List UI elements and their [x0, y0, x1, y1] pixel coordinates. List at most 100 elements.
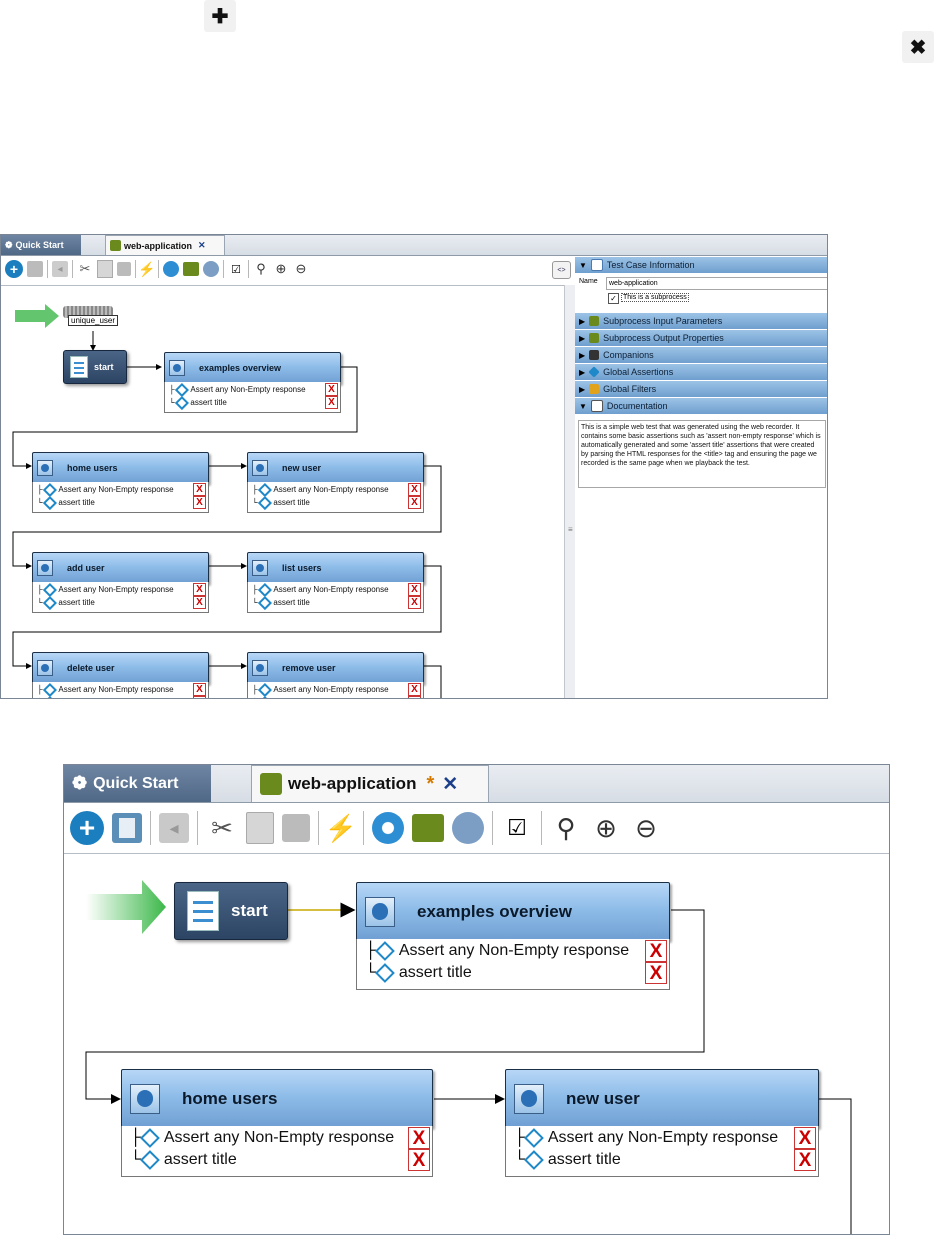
- flow-node-header[interactable]: examples overview: [164, 352, 341, 384]
- section-documentation[interactable]: ▼ Documentation: [575, 398, 827, 415]
- assertion-row[interactable]: ├ Assert any Non-Empty response X: [165, 382, 340, 397]
- run-lightning-icon[interactable]: ⚡: [325, 813, 357, 844]
- back-button[interactable]: ◂: [159, 813, 189, 843]
- section-global-assertions[interactable]: ▶ Global Assertions: [575, 364, 827, 381]
- flow-node[interactable]: add user ├ Assert any Non-Empty response X └…: [32, 552, 209, 613]
- flow-node-header[interactable]: delete user: [32, 652, 209, 684]
- remove-assertion-icon[interactable]: X: [408, 596, 421, 609]
- checklist-icon[interactable]: ☑: [228, 263, 244, 276]
- tab-quick-start[interactable]: ❁ Quick Start: [1, 235, 81, 255]
- remove-assertion-icon[interactable]: X: [193, 496, 206, 509]
- assertion-row[interactable]: └assert titleX: [506, 1149, 818, 1171]
- remove-assertion-icon[interactable]: X: [408, 1127, 430, 1149]
- section-subprocess-output[interactable]: ▶ Subprocess Output Properties: [575, 330, 827, 347]
- remove-assertion-icon[interactable]: X: [408, 583, 421, 596]
- assertion-row[interactable]: ├ Assert any Non-Empty response X: [33, 482, 208, 497]
- documentation-text[interactable]: This is a simple web test that was gener…: [578, 420, 826, 488]
- remove-assertion-icon[interactable]: X: [193, 696, 206, 698]
- remove-assertion-icon[interactable]: X: [408, 483, 421, 496]
- configure-gear-icon[interactable]: [372, 812, 404, 844]
- remove-assertion-icon[interactable]: X: [193, 596, 206, 609]
- name-field[interactable]: web-application: [606, 277, 827, 290]
- assertion-row[interactable]: └assert titleX: [33, 595, 208, 610]
- close-panel-button[interactable]: ✖: [902, 31, 934, 63]
- copy-icon[interactable]: [246, 812, 274, 844]
- remove-assertion-icon[interactable]: X: [408, 696, 421, 698]
- assertion-row[interactable]: ├ Assert any Non-Empty response X: [357, 940, 669, 962]
- flow-node[interactable]: new user ├ Assert any Non-Empty response X └…: [505, 1069, 819, 1177]
- section-global-filters[interactable]: ▶ Global Filters: [575, 381, 827, 398]
- copy-icon[interactable]: [97, 260, 113, 278]
- zoom-icon[interactable]: ⚲: [253, 261, 269, 277]
- tab-close-icon[interactable]: ✕: [442, 773, 458, 796]
- remove-assertion-icon[interactable]: X: [408, 496, 421, 509]
- cut-icon[interactable]: ✂: [206, 813, 238, 844]
- remove-assertion-icon[interactable]: X: [794, 1149, 816, 1171]
- start-node[interactable]: start: [63, 350, 127, 384]
- remove-assertion-icon[interactable]: X: [645, 962, 667, 984]
- assertion-row[interactable]: ├ Assert any Non-Empty response X: [248, 482, 423, 497]
- assertion-row[interactable]: └assert titleX: [248, 595, 423, 610]
- export-icon[interactable]: [412, 814, 444, 842]
- assertion-row[interactable]: └assert titleX: [165, 395, 340, 410]
- tab-web-application[interactable]: web-application ✕: [105, 235, 225, 255]
- add-panel-button[interactable]: ✚: [204, 0, 236, 32]
- flow-node[interactable]: home users ├ Assert any Non-Empty response…: [121, 1069, 433, 1177]
- zoom-out-icon[interactable]: ⊖: [630, 813, 662, 844]
- remove-assertion-icon[interactable]: X: [794, 1127, 816, 1149]
- delete-button[interactable]: [112, 813, 142, 843]
- tab-web-application[interactable]: web-application * ✕: [251, 765, 489, 802]
- remove-assertion-icon[interactable]: X: [408, 1149, 430, 1171]
- assertion-row[interactable]: └assert titleX: [357, 962, 669, 984]
- configure-gear-icon[interactable]: [163, 261, 179, 277]
- remove-assertion-icon[interactable]: X: [645, 940, 667, 962]
- section-companions[interactable]: ▶ Companions: [575, 347, 827, 364]
- delete-button[interactable]: [27, 261, 43, 277]
- assertion-row[interactable]: └assert titleX: [248, 695, 423, 698]
- flow-node-header[interactable]: new user: [247, 452, 424, 484]
- subprocess-checkbox[interactable]: ✓: [608, 293, 619, 304]
- flow-node-header[interactable]: examples overview: [356, 882, 670, 941]
- assertion-row[interactable]: └assert titleX: [33, 695, 208, 698]
- flow-node-header[interactable]: home users: [121, 1069, 433, 1128]
- tab-quick-start[interactable]: ❁ Quick Start: [64, 765, 211, 802]
- zoom-out-icon[interactable]: ⊖: [293, 261, 309, 277]
- flow-node[interactable]: examples overview ├ Assert any Non-Empty r…: [164, 352, 341, 413]
- run-lightning-icon[interactable]: ⚡: [138, 261, 155, 278]
- flow-node[interactable]: delete user ├ Assert any Non-Empty respons…: [32, 652, 209, 698]
- assertion-row[interactable]: ├ Assert any Non-Empty response X: [248, 682, 423, 697]
- flow-node-header[interactable]: list users: [247, 552, 424, 584]
- flow-node-header[interactable]: new user: [505, 1069, 819, 1128]
- tab-close-icon[interactable]: ✕: [198, 240, 206, 251]
- flow-node[interactable]: examples overview ├ Assert any Non-Empty r…: [356, 882, 670, 990]
- flow-node-header[interactable]: home users: [32, 452, 209, 484]
- cut-icon[interactable]: ✂: [77, 261, 93, 277]
- assertion-row[interactable]: └assert titleX: [33, 495, 208, 510]
- flow-node[interactable]: new user ├ Assert any Non-Empty response X └…: [247, 452, 424, 513]
- remove-assertion-icon[interactable]: X: [325, 396, 338, 409]
- assertion-row[interactable]: ├ Assert any Non-Empty response X: [506, 1127, 818, 1149]
- export-icon[interactable]: [183, 262, 199, 276]
- assertion-row[interactable]: ├ Assert any Non-Empty response X: [248, 582, 423, 597]
- section-subprocess-input[interactable]: ▶ Subprocess Input Parameters: [575, 313, 827, 330]
- section-test-case-information[interactable]: ▼ Test Case Information: [575, 257, 827, 274]
- remove-assertion-icon[interactable]: X: [408, 683, 421, 696]
- flow-node[interactable]: remove user ├ Assert any Non-Empty respons…: [247, 652, 424, 698]
- refresh-icon[interactable]: [203, 261, 219, 277]
- assertion-row[interactable]: └assert titleX: [248, 495, 423, 510]
- flow-node-header[interactable]: add user: [32, 552, 209, 584]
- remove-assertion-icon[interactable]: X: [325, 383, 338, 396]
- add-button[interactable]: +: [5, 260, 23, 278]
- assertion-row[interactable]: ├ Assert any Non-Empty response X: [33, 682, 208, 697]
- flow-canvas[interactable]: start examples overview ├ Assert any Non-E…: [64, 853, 889, 1234]
- checklist-icon[interactable]: ☑: [501, 815, 533, 841]
- paste-icon[interactable]: [282, 814, 310, 842]
- remove-assertion-icon[interactable]: X: [193, 483, 206, 496]
- flow-canvas[interactable]: unique_user start examples overview ├ Asse…: [1, 285, 564, 698]
- add-button[interactable]: +: [70, 811, 104, 845]
- remove-assertion-icon[interactable]: X: [193, 683, 206, 696]
- back-button[interactable]: ◂: [52, 261, 68, 277]
- start-node[interactable]: start: [174, 882, 288, 940]
- zoom-icon[interactable]: ⚲: [550, 813, 582, 844]
- flow-node[interactable]: home users ├ Assert any Non-Empty response…: [32, 452, 209, 513]
